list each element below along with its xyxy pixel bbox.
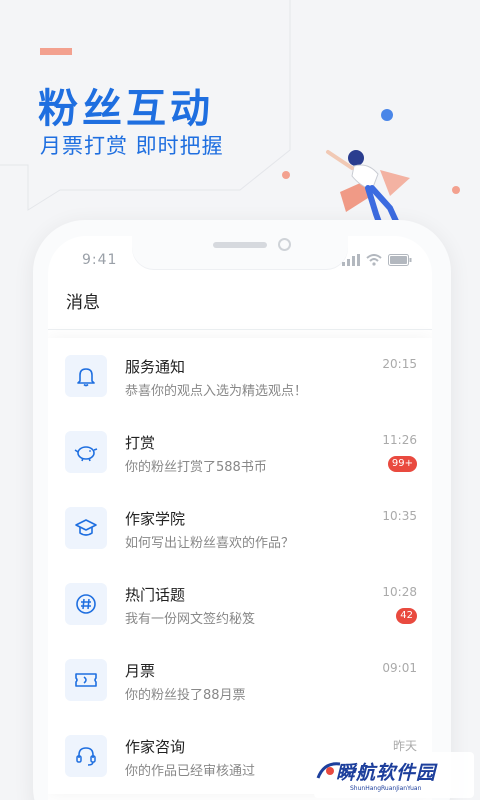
signal-icon [342, 254, 360, 266]
list-item-subtitle: 恭喜你的观点入选为精选观点！ [125, 384, 308, 399]
list-item-hot-topics[interactable]: 热门话题 我有一份网文签约秘笈 10:28 42 [48, 566, 432, 642]
decor-dot-pink [282, 171, 290, 179]
promo-subhead: 月票打赏 即时把握 [40, 134, 224, 158]
decor-dot-pink-small [452, 186, 460, 194]
list-item-reward[interactable]: 打赏 你的粉丝打赏了588书币 11:26 99+ [48, 414, 432, 490]
accent-bar [40, 48, 72, 55]
phone-screen: 9:41 消息 服务通知 恭喜你的观点入选为精选观点！ 20:15 打赏 你的粉… [48, 236, 432, 800]
list-item-time: 20:15 [382, 357, 417, 371]
list-item-time: 11:26 [382, 433, 417, 447]
list-item-title: 热门话题 [125, 586, 186, 604]
list-item-writer-academy[interactable]: 作家学院 如何写出让粉丝喜欢的作品？ 10:35 [48, 490, 432, 566]
wifi-icon [366, 254, 382, 266]
list-item-time: 10:35 [382, 509, 417, 523]
list-item-subtitle: 我有一份网文签约秘笈 [125, 612, 256, 627]
list-item-title: 作家咨询 [125, 738, 186, 756]
unread-badge: 99+ [387, 456, 417, 472]
list-item-title: 服务通知 [125, 358, 186, 376]
watermark-text: 瞬航软件园 [336, 762, 437, 784]
battery-icon [388, 254, 412, 266]
list-item-time: 10:28 [382, 585, 417, 599]
list-item-subtitle: 你的粉丝投了88月票 [125, 688, 246, 703]
graduation-cap-icon [65, 507, 107, 549]
page-title: 消息 [48, 288, 432, 330]
list-item-subtitle: 你的作品已经审核通过 [125, 764, 256, 779]
status-time: 9:41 [82, 252, 118, 268]
watermark: 瞬航软件园 ShunHangRuanJianYuan [314, 752, 474, 798]
promo-headline: 粉丝互动 [38, 86, 214, 132]
phone-notch [132, 236, 348, 270]
piggy-bank-icon [65, 431, 107, 473]
list-item-subtitle: 你的粉丝打赏了588书币 [125, 460, 267, 475]
message-list: 服务通知 恭喜你的观点入选为精选观点！ 20:15 打赏 你的粉丝打赏了588书… [48, 338, 432, 794]
list-item-time: 09:01 [382, 661, 417, 675]
list-item-service-notice[interactable]: 服务通知 恭喜你的观点入选为精选观点！ 20:15 [48, 338, 432, 414]
watermark-subtext: ShunHangRuanJianYuan [350, 785, 422, 792]
speaker-grille [213, 242, 267, 248]
front-camera [278, 238, 291, 251]
decor-dot-blue [381, 109, 393, 121]
hashtag-icon [65, 583, 107, 625]
bell-icon [65, 355, 107, 397]
list-item-monthly-ticket[interactable]: 月票 你的粉丝投了88月票 09:01 [48, 642, 432, 718]
list-item-title: 打赏 [125, 434, 156, 452]
list-item-title: 月票 [125, 662, 156, 680]
list-item-title: 作家学院 [125, 510, 186, 528]
status-icons [342, 254, 412, 266]
headset-icon [65, 735, 107, 777]
list-item-subtitle: 如何写出让粉丝喜欢的作品？ [125, 536, 295, 551]
ticket-icon [65, 659, 107, 701]
unread-badge: 42 [396, 608, 417, 624]
